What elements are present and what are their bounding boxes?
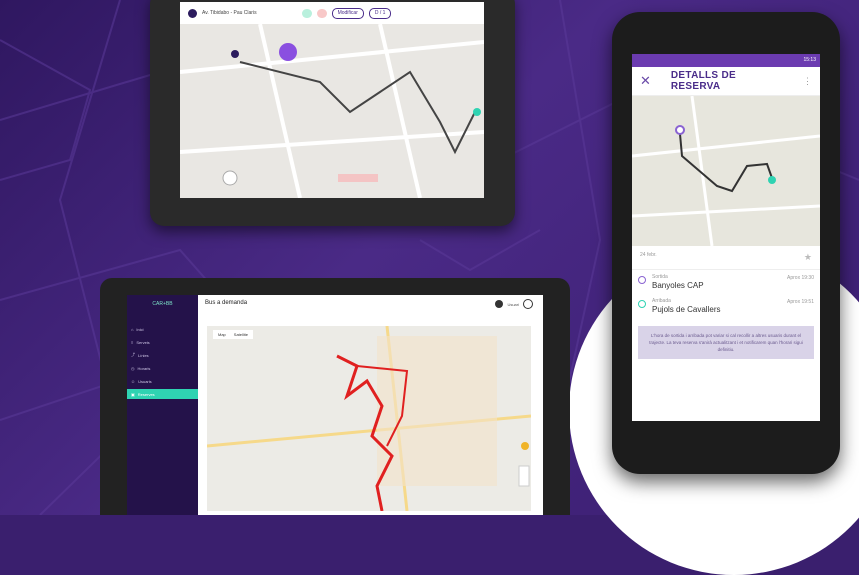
zoom-control [518,465,530,487]
arrival-stop: Arribada Pujols de Cavallers Aprox 19:51 [632,294,820,318]
departure-pin-icon [638,276,646,284]
settings-icon[interactable] [523,299,533,309]
map-badge [338,174,378,182]
map-type-tabs: Map Satellite [213,330,254,339]
sidebar-item-inici[interactable]: ⌂ Inici [131,324,194,334]
phone-header: ✕ DETALLS DE RESERVA ⋮ [632,67,820,96]
tablet-route-map [180,23,484,198]
tablet-screen: Av. Tibidabo - Pau Claris Modificar D / … [180,2,484,198]
laptop-route-map [206,325,532,512]
info-note: L'hora de sortida i arribada pot variar … [638,326,814,359]
phone-map[interactable] [632,95,820,247]
sidebar-item-horaris[interactable]: ◷ Horaris [131,363,194,373]
sidebar-item-linies[interactable]: ⤴ Línies [131,350,194,360]
laptop-screen: CAR+BB ⌂ Inici ≡ Serveis ⤴ Línies ◷ Horaris … [127,295,543,515]
tab-satellite[interactable]: Satellite [234,332,248,337]
destination-marker [473,108,481,116]
phone-device: 15:13 ✕ DETALLS DE RESERVA ⋮ 24 febr. ★ … [612,12,840,474]
status-bar: 15:13 [632,54,820,67]
page-title: DETALLS DE RESERVA [670,70,736,92]
close-icon[interactable]: ✕ [640,73,651,89]
laptop-device: CAR+BB ⌂ Inici ≡ Serveis ⤴ Línies ◷ Horaris … [100,278,570,515]
page-title: Bus a demanda [205,300,248,306]
laptop-map[interactable]: Map Satellite [206,325,532,512]
star-icon[interactable]: ★ [804,252,812,263]
sidebar-item-serveis[interactable]: ≡ Serveis [131,337,194,347]
locate-icon [222,170,238,186]
origin-marker [231,50,239,58]
avatar-icon [495,300,504,308]
list-icon: ≡ [131,339,134,345]
sidebar-item-usuaris[interactable]: ☺ Usuaris [131,376,194,386]
departure-stop: Sortida Banyoles CAP Aprox 19:30 [632,270,820,294]
phone-route-map [632,95,820,247]
user-menu[interactable]: Usuari [495,299,533,309]
sidebar: CAR+BB ⌂ Inici ≡ Serveis ⤴ Línies ◷ Horaris … [127,295,198,515]
destination-pin [768,176,776,184]
date-label: 24 febr. [640,252,657,258]
route-icon: ⤴ [131,352,135,357]
tablet-device: Av. Tibidabo - Pau Claris Modificar D / … [150,0,515,226]
origin-pin [675,125,685,135]
date-row: 24 febr. ★ [632,246,820,270]
home-icon: ⌂ [131,326,134,332]
arrival-pin-icon [638,300,646,308]
sidebar-item-reserves[interactable]: ▣ Reserves [127,389,198,399]
tab-map[interactable]: Map [218,332,226,337]
clock-icon: ◷ [131,365,135,371]
calendar-icon: ▣ [131,391,135,397]
pegman-icon [521,442,529,450]
bus-marker [279,43,297,61]
more-icon[interactable]: ⋮ [803,76,812,87]
phone-screen: ✕ DETALLS DE RESERVA ⋮ 24 febr. ★ Sortid… [632,67,820,421]
user-icon: ☺ [131,378,136,384]
